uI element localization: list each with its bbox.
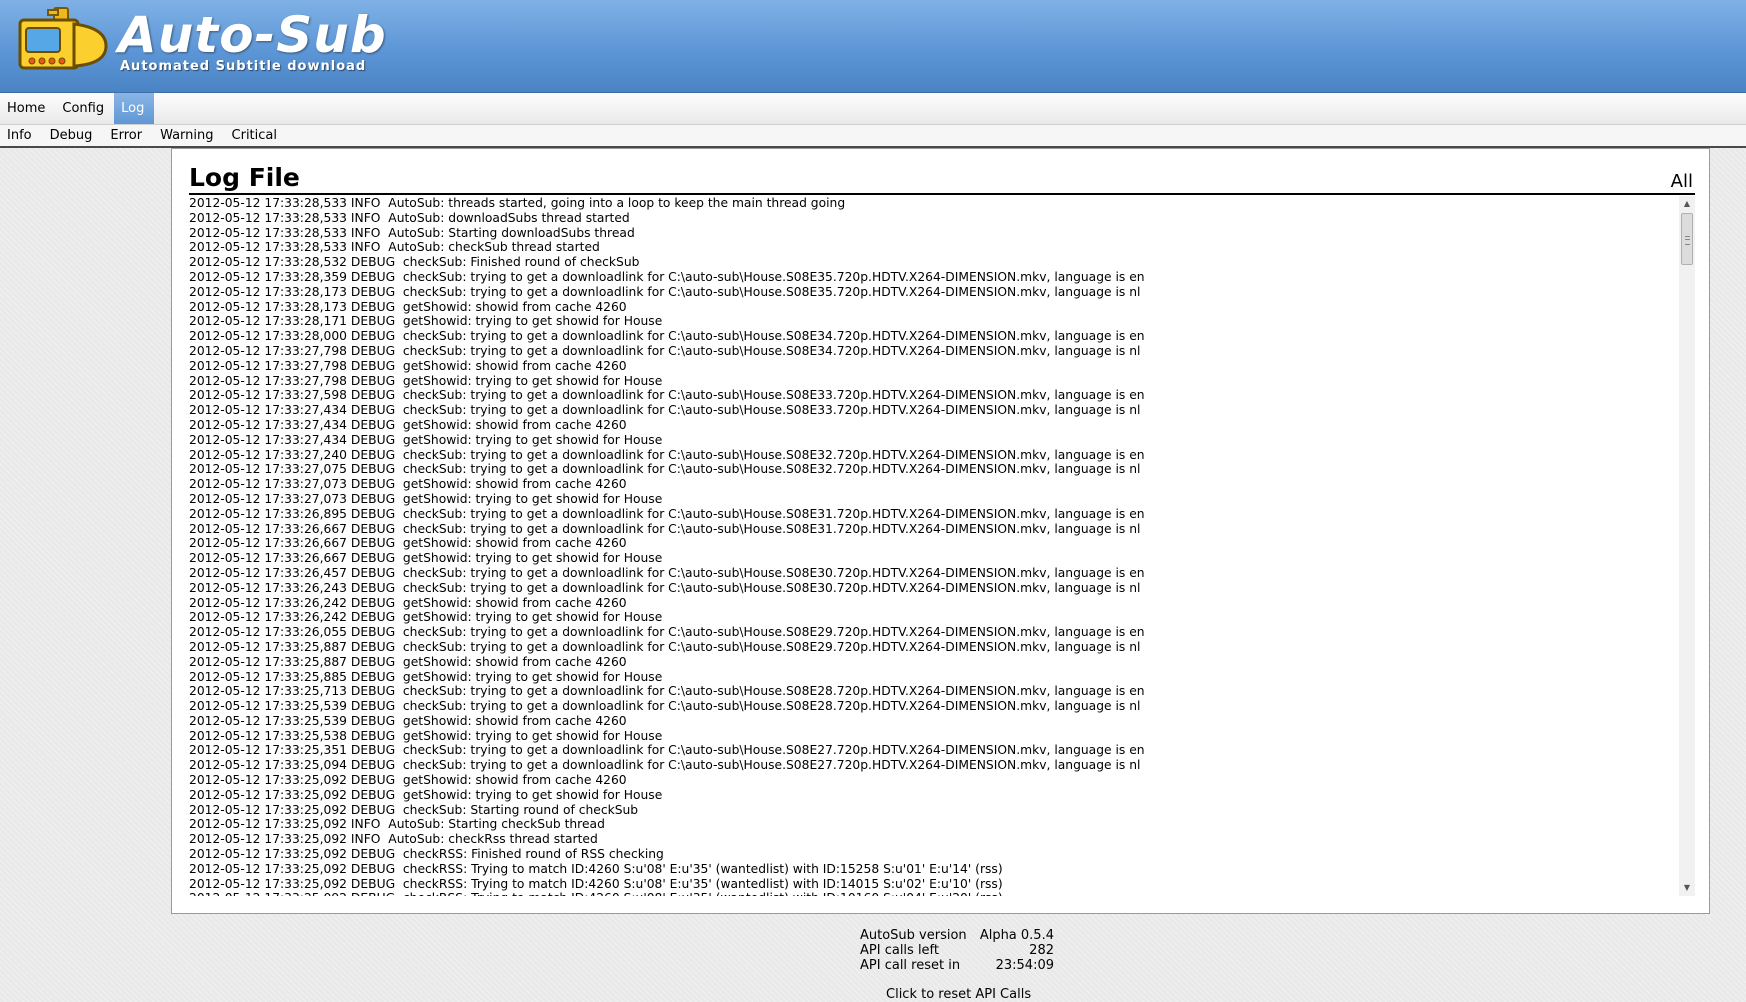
log-line: 2012-05-12 17:33:25,351 DEBUG checkSub: … bbox=[189, 743, 1145, 758]
subnav-warning[interactable]: Warning bbox=[153, 125, 224, 146]
log-line: 2012-05-12 17:33:25,092 DEBUG checkRSS: … bbox=[189, 847, 664, 862]
log-line: 2012-05-12 17:33:26,667 DEBUG checkSub: … bbox=[189, 521, 1141, 536]
log-line: 2012-05-12 17:33:28,532 DEBUG checkSub: … bbox=[189, 255, 640, 270]
log-line: 2012-05-12 17:33:27,434 DEBUG getShowid:… bbox=[189, 417, 627, 432]
log-line: 2012-05-12 17:33:25,887 DEBUG checkSub: … bbox=[189, 639, 1141, 654]
api-reset-label: API call reset in bbox=[860, 958, 961, 973]
subnav-error[interactable]: Error bbox=[103, 125, 153, 146]
log-line: 2012-05-12 17:33:28,533 INFO AutoSub: ch… bbox=[189, 240, 600, 255]
page-title: Log File bbox=[189, 163, 300, 192]
log-line: 2012-05-12 17:33:26,243 DEBUG checkSub: … bbox=[189, 580, 1141, 595]
log-line: 2012-05-12 17:33:27,598 DEBUG checkSub: … bbox=[189, 388, 1145, 403]
log-line: 2012-05-12 17:33:28,171 DEBUG getShowid:… bbox=[189, 314, 663, 329]
api-calls-left-label: API calls left bbox=[860, 943, 939, 958]
log-line: 2012-05-12 17:33:25,885 DEBUG getShowid:… bbox=[189, 669, 663, 684]
log-line: 2012-05-12 17:33:27,434 DEBUG getShowid:… bbox=[189, 432, 663, 447]
log-line: 2012-05-12 17:33:26,457 DEBUG checkSub: … bbox=[189, 565, 1145, 580]
log-line: 2012-05-12 17:33:25,092 DEBUG checkRSS: … bbox=[189, 861, 1003, 876]
log-line: 2012-05-12 17:33:25,539 DEBUG getShowid:… bbox=[189, 713, 627, 728]
log-line: 2012-05-12 17:33:26,242 DEBUG getShowid:… bbox=[189, 610, 663, 625]
api-status: AutoSub version Alpha 0.5.4 API calls le… bbox=[860, 928, 1054, 973]
log-line: 2012-05-12 17:33:28,533 INFO AutoSub: th… bbox=[189, 196, 846, 210]
log-line: 2012-05-12 17:33:26,242 DEBUG getShowid:… bbox=[189, 595, 627, 610]
header-banner: Auto-Sub Automated Subtitle download bbox=[0, 0, 1746, 93]
log-line: 2012-05-12 17:33:27,798 DEBUG checkSub: … bbox=[189, 343, 1141, 358]
log-line: 2012-05-12 17:33:25,092 DEBUG getShowid:… bbox=[189, 773, 627, 788]
subnav-critical[interactable]: Critical bbox=[225, 125, 288, 146]
nav-home[interactable]: Home bbox=[0, 93, 55, 124]
log-line: 2012-05-12 17:33:25,092 INFO AutoSub: ch… bbox=[189, 832, 598, 847]
log-line: 2012-05-12 17:33:28,000 DEBUG checkSub: … bbox=[189, 329, 1145, 344]
api-calls-left-value: 282 bbox=[1029, 943, 1054, 958]
app-logo-title: Auto-Sub bbox=[118, 6, 387, 64]
log-line: 2012-05-12 17:33:27,073 DEBUG getShowid:… bbox=[189, 491, 663, 506]
log-line: 2012-05-12 17:33:26,895 DEBUG checkSub: … bbox=[189, 506, 1145, 521]
subnav-debug[interactable]: Debug bbox=[43, 125, 104, 146]
log-line: 2012-05-12 17:33:26,055 DEBUG checkSub: … bbox=[189, 625, 1145, 640]
log-line: 2012-05-12 17:33:25,092 DEBUG checkRSS: … bbox=[189, 876, 1003, 891]
app-logo-tagline: Automated Subtitle download bbox=[120, 59, 367, 74]
log-line: 2012-05-12 17:33:27,073 DEBUG getShowid:… bbox=[189, 477, 627, 492]
log-line: 2012-05-12 17:33:25,092 DEBUG checkSub: … bbox=[189, 802, 639, 817]
log-line: 2012-05-12 17:33:28,533 INFO AutoSub: do… bbox=[189, 210, 630, 225]
version-label: AutoSub version bbox=[860, 928, 967, 943]
scroll-down-arrow-icon[interactable]: ▼ bbox=[1679, 880, 1695, 896]
log-scrollbar[interactable]: ▲ ▼ bbox=[1679, 196, 1695, 896]
submarine-icon bbox=[18, 7, 108, 70]
log-line: 2012-05-12 17:33:27,798 DEBUG getShowid:… bbox=[189, 358, 627, 373]
log-lines: 2012-05-12 17:33:28,533 INFO AutoSub: th… bbox=[189, 196, 1679, 896]
log-level-nav: Info Debug Error Warning Critical bbox=[0, 125, 1746, 148]
log-line: 2012-05-12 17:33:25,887 DEBUG getShowid:… bbox=[189, 654, 627, 669]
main-nav: Home Config Log bbox=[0, 93, 1746, 125]
scroll-up-arrow-icon[interactable]: ▲ bbox=[1679, 196, 1695, 212]
subnav-info[interactable]: Info bbox=[0, 125, 43, 146]
log-line: 2012-05-12 17:33:27,434 DEBUG checkSub: … bbox=[189, 403, 1141, 418]
scrollbar-thumb[interactable] bbox=[1681, 213, 1693, 265]
log-panel: Log File All 2012-05-12 17:33:28,533 INF… bbox=[171, 148, 1710, 914]
nav-config[interactable]: Config bbox=[55, 93, 114, 124]
log-line: 2012-05-12 17:33:28,173 DEBUG checkSub: … bbox=[189, 284, 1141, 299]
reset-api-calls-link[interactable]: Click to reset API Calls bbox=[886, 987, 1031, 1002]
log-line: 2012-05-12 17:33:27,240 DEBUG checkSub: … bbox=[189, 447, 1145, 462]
version-value: Alpha 0.5.4 bbox=[979, 928, 1054, 943]
log-line: 2012-05-12 17:33:25,092 DEBUG getShowid:… bbox=[189, 787, 663, 802]
title-divider bbox=[189, 193, 1695, 195]
log-line: 2012-05-12 17:33:25,092 DEBUG checkRSS: … bbox=[189, 891, 1679, 896]
log-viewer[interactable]: 2012-05-12 17:33:28,533 INFO AutoSub: th… bbox=[189, 196, 1695, 896]
log-line: 2012-05-12 17:33:25,094 DEBUG checkSub: … bbox=[189, 758, 1141, 773]
log-line: 2012-05-12 17:33:28,359 DEBUG checkSub: … bbox=[189, 269, 1145, 284]
log-line: 2012-05-12 17:33:25,539 DEBUG checkSub: … bbox=[189, 699, 1141, 714]
log-line: 2012-05-12 17:33:27,798 DEBUG getShowid:… bbox=[189, 373, 663, 388]
nav-log[interactable]: Log bbox=[114, 93, 155, 124]
log-line: 2012-05-12 17:33:25,092 INFO AutoSub: St… bbox=[189, 817, 605, 832]
log-line: 2012-05-12 17:33:27,075 DEBUG checkSub: … bbox=[189, 462, 1141, 477]
log-line: 2012-05-12 17:33:25,713 DEBUG checkSub: … bbox=[189, 684, 1145, 699]
log-line: 2012-05-12 17:33:28,173 DEBUG getShowid:… bbox=[189, 299, 627, 314]
log-line: 2012-05-12 17:33:25,538 DEBUG getShowid:… bbox=[189, 728, 663, 743]
log-filter-label: All bbox=[1670, 171, 1693, 192]
log-line: 2012-05-12 17:33:26,667 DEBUG getShowid:… bbox=[189, 551, 663, 566]
log-line: 2012-05-12 17:33:28,533 INFO AutoSub: St… bbox=[189, 225, 635, 240]
api-reset-value: 23:54:09 bbox=[995, 958, 1054, 973]
log-line: 2012-05-12 17:33:26,667 DEBUG getShowid:… bbox=[189, 536, 627, 551]
